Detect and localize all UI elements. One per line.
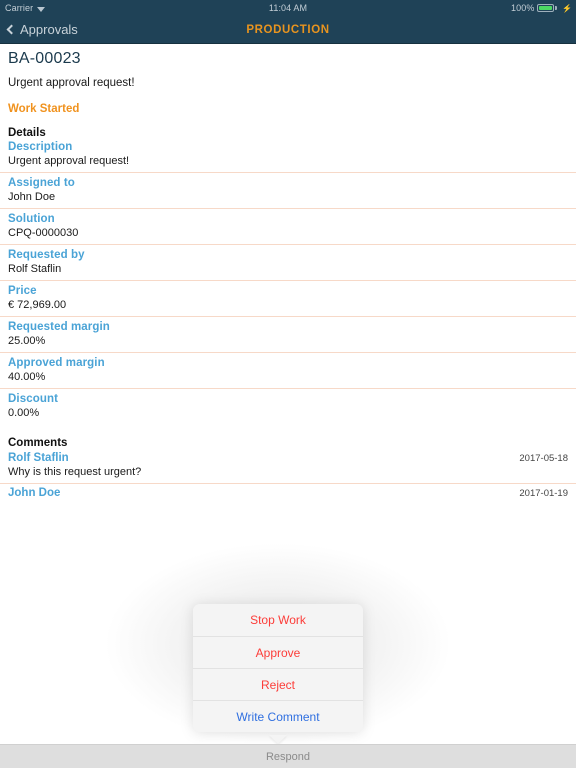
field-assigned-to: Assigned to John Doe <box>0 172 576 208</box>
field-label: Description <box>8 141 73 153</box>
comment-body <box>8 499 568 506</box>
action-approve-button[interactable]: Approve <box>193 636 363 668</box>
page-title: PRODUCTION <box>246 23 330 36</box>
action-sheet-popover: Stop Work Approve Reject Write Comment <box>193 604 363 732</box>
battery-percent-label: 100% <box>511 3 535 13</box>
field-value: 25.00% <box>8 335 46 347</box>
record-header: BA-00023 Urgent approval request! Work S… <box>0 44 576 139</box>
details-heading: Details <box>8 127 46 139</box>
comment-item: John Doe 2017-01-19 <box>0 483 576 506</box>
field-label: Discount <box>8 393 58 405</box>
field-value: € 72,969.00 <box>8 299 67 311</box>
field-label: Approved margin <box>8 357 105 369</box>
field-value: John Doe <box>8 191 56 203</box>
battery-full-icon <box>537 4 557 12</box>
field-label: Requested by <box>8 249 85 261</box>
field-value: Urgent approval request! <box>8 155 130 167</box>
field-value: CPQ-0000030 <box>8 227 79 239</box>
record-id: BA-00023 <box>8 50 81 67</box>
field-label: Solution <box>8 213 55 225</box>
field-solution: Solution CPQ-0000030 <box>0 208 576 244</box>
comment-author: Rolf Staflin <box>8 452 69 464</box>
action-stop-work-button[interactable]: Stop Work <box>193 604 363 636</box>
status-bar-clock: 11:04 AM <box>268 3 308 13</box>
navigation-bar: Approvals PRODUCTION <box>0 16 576 44</box>
field-price: Price € 72,969.00 <box>0 280 576 316</box>
field-label: Requested margin <box>8 321 110 333</box>
field-description: Description Urgent approval request! <box>0 139 576 172</box>
status-bar: Carrier 11:04 AM 100% ⚡ <box>0 0 576 16</box>
action-write-comment-button[interactable]: Write Comment <box>193 700 363 732</box>
popover-arrow <box>269 735 287 744</box>
field-approved-margin: Approved margin 40.00% <box>0 352 576 388</box>
field-value: 0.00% <box>8 407 40 419</box>
record-subtitle: Urgent approval request! <box>8 77 135 89</box>
detail-content: BA-00023 Urgent approval request! Work S… <box>0 44 576 506</box>
status-bar-right: 100% ⚡ <box>511 3 572 13</box>
field-discount: Discount 0.00% <box>0 388 576 424</box>
field-label: Assigned to <box>8 177 75 189</box>
comment-author: John Doe <box>8 487 61 499</box>
comments-heading: Comments <box>8 437 68 449</box>
bottom-toolbar: Respond <box>0 744 576 768</box>
respond-button[interactable]: Respond <box>266 751 310 763</box>
comment-header: John Doe 2017-01-19 <box>8 484 568 499</box>
app-root: Carrier 11:04 AM 100% ⚡ Approvals PRODUC… <box>0 0 576 768</box>
comment-header: Rolf Staflin 2017-05-18 <box>8 449 568 464</box>
field-label: Price <box>8 285 37 297</box>
status-badge: Work Started <box>8 103 80 115</box>
lightning-bolt-icon: ⚡ <box>561 3 572 13</box>
field-value: 40.00% <box>8 371 46 383</box>
action-reject-button[interactable]: Reject <box>193 668 363 700</box>
comment-body: Why is this request urgent? <box>8 466 142 478</box>
field-requested-margin: Requested margin 25.00% <box>0 316 576 352</box>
comment-date: 2017-05-18 <box>519 453 568 464</box>
comment-date: 2017-01-19 <box>519 488 568 499</box>
comment-item: Rolf Staflin 2017-05-18 Why is this requ… <box>0 449 576 483</box>
field-requested-by: Requested by Rolf Staflin <box>0 244 576 280</box>
field-value: Rolf Staflin <box>8 263 62 275</box>
